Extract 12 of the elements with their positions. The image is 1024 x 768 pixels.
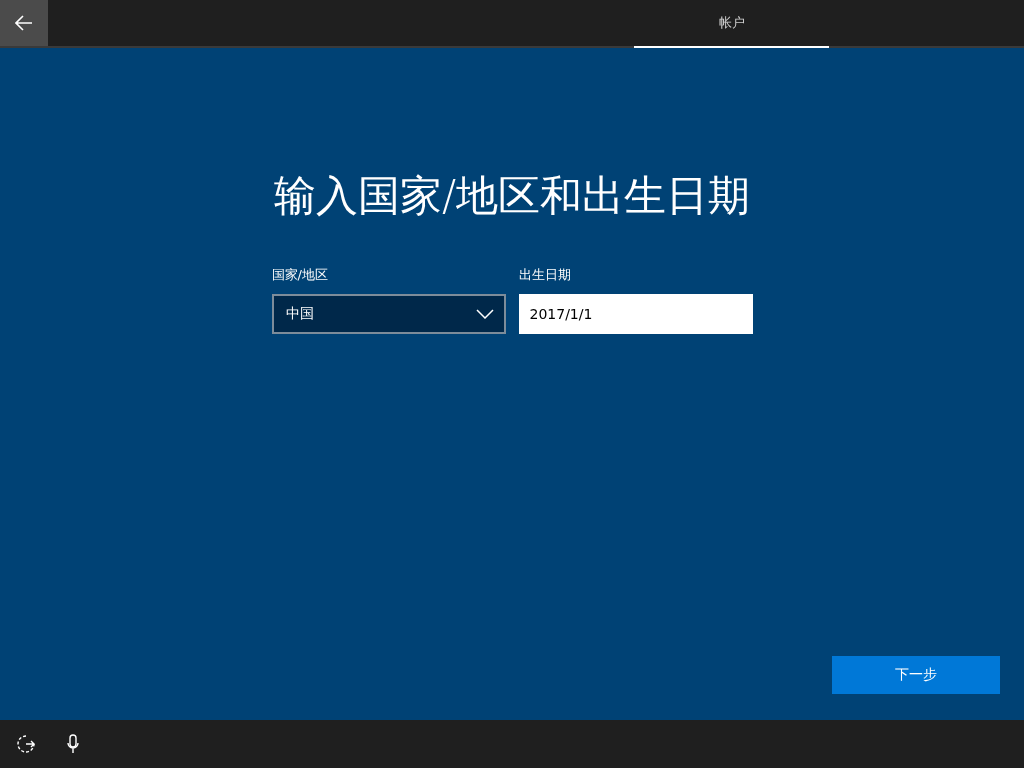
back-arrow-icon bbox=[15, 15, 33, 31]
country-dropdown[interactable]: 中国 bbox=[271, 294, 506, 334]
ease-of-access-icon[interactable] bbox=[16, 734, 36, 754]
chevron-down-icon bbox=[475, 309, 494, 319]
tab[interactable]: 帐户 bbox=[634, 0, 829, 48]
page-title: 输入国家/地区和出生日期 bbox=[273, 170, 751, 222]
date-input-field[interactable]: 2017/1/1 bbox=[518, 294, 753, 334]
dropdown-value: 中国 bbox=[285, 305, 314, 323]
field-label: 出生日期 bbox=[518, 266, 572, 284]
next-button[interactable]: 下一步 bbox=[832, 656, 1000, 694]
field-label: 国家/地区 bbox=[271, 266, 329, 284]
back-button[interactable] bbox=[0, 0, 48, 46]
